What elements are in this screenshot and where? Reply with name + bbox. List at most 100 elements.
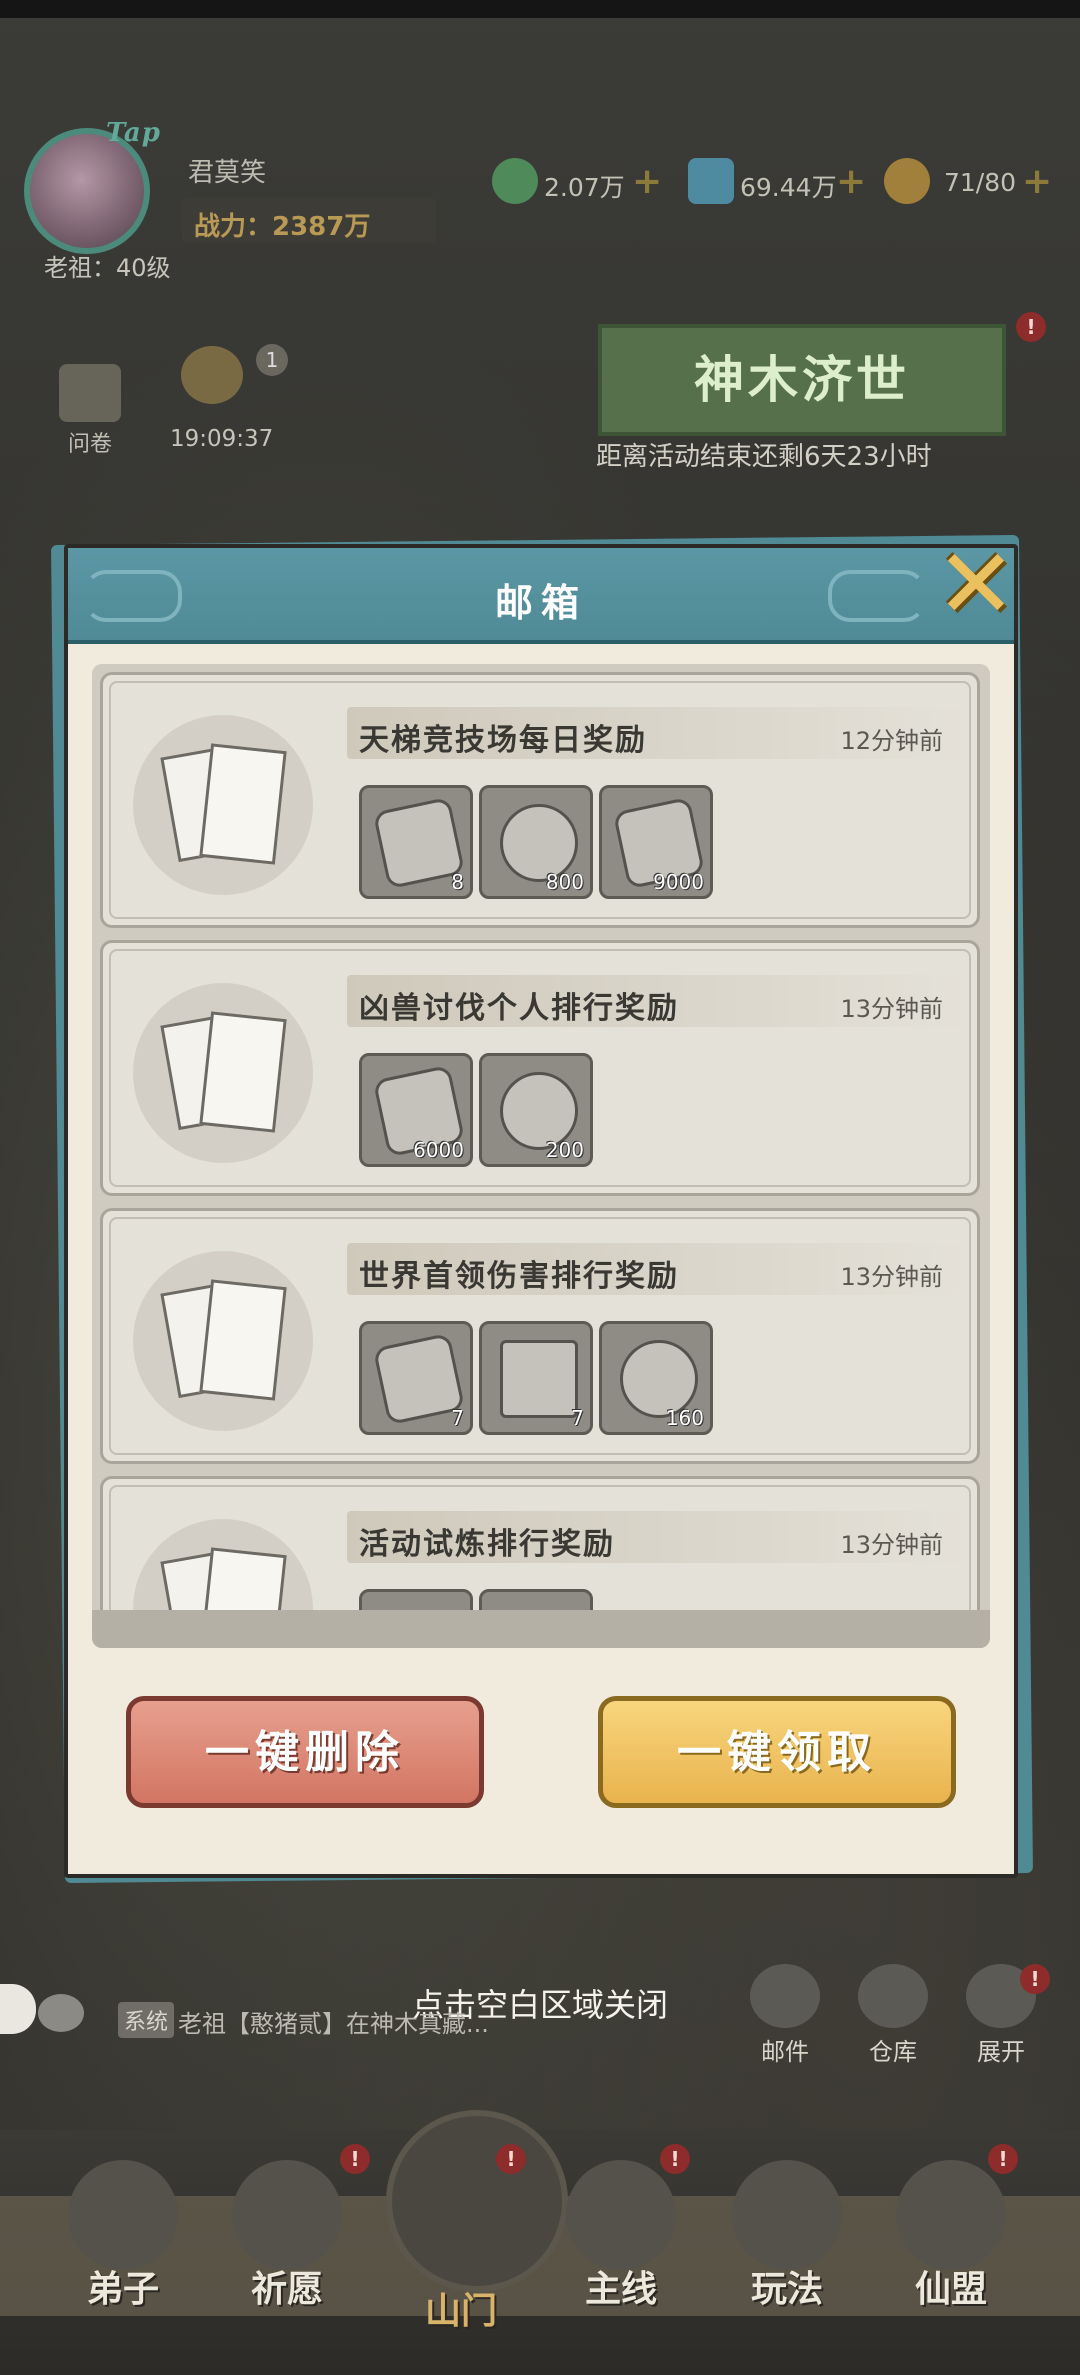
mail-time: 13分钟前 bbox=[840, 1263, 943, 1291]
add-jade-button[interactable]: + bbox=[632, 164, 662, 200]
mail-item[interactable]: 凶兽讨伐个人排行奖励 13分钟前 6000 200 bbox=[100, 940, 980, 1196]
nav-label: 山门 bbox=[424, 2290, 497, 2332]
chat-channel-tag: 系统 bbox=[118, 2002, 175, 2038]
mail-title: 天梯竞技场每日奖励 bbox=[359, 723, 647, 758]
mail-button[interactable]: 邮件 bbox=[740, 1964, 830, 2067]
status-bar bbox=[0, 0, 1080, 18]
close-icon[interactable]: ✕ bbox=[928, 536, 1024, 632]
mail-list[interactable]: 天梯竞技场每日奖励 12分钟前 8 800 9000 凶兽讨伐个人排行奖励 13… bbox=[92, 664, 990, 1648]
reward-item[interactable]: 200 bbox=[479, 1053, 593, 1167]
gameplay-icon bbox=[732, 2160, 842, 2270]
spirit-stone-icon bbox=[688, 158, 734, 204]
gift-timer: 19:09:37 bbox=[170, 426, 274, 452]
mail-list-viewport: 天梯竞技场每日奖励 12分钟前 8 800 9000 凶兽讨伐个人排行奖励 13… bbox=[92, 664, 990, 1610]
notification-dot: ! bbox=[1016, 312, 1046, 342]
gift-count-badge: 1 bbox=[256, 344, 288, 376]
player-avatar[interactable]: Tap bbox=[18, 118, 166, 258]
reward-item[interactable] bbox=[359, 1589, 473, 1610]
event-countdown: 距离活动结束还剩6天23小时 bbox=[596, 442, 932, 472]
resource-spirit-stone: 69.44万 + bbox=[688, 158, 868, 206]
warehouse-icon bbox=[858, 1964, 928, 2028]
nav-sect-gate[interactable]: 山门 bbox=[386, 2110, 568, 2334]
mail-item[interactable]: 活动试炼排行奖励 13分钟前 bbox=[100, 1476, 980, 1610]
combat-power: 战力：2387万 bbox=[194, 212, 371, 242]
reward-list bbox=[359, 1589, 593, 1610]
warehouse-label: 仓库 bbox=[869, 2038, 917, 2066]
notification-dot: ! bbox=[340, 2144, 370, 2174]
reward-count: 7 bbox=[571, 1406, 584, 1430]
delete-all-button[interactable]: 一键删除 bbox=[126, 1696, 484, 1808]
reward-item[interactable]: 160 bbox=[599, 1321, 713, 1435]
mail-item[interactable]: 世界首领伤害排行奖励 13分钟前 7 7 160 bbox=[100, 1208, 980, 1464]
event-title: 神木济世 bbox=[598, 324, 1006, 436]
reward-item[interactable]: 7 bbox=[479, 1321, 593, 1435]
mail-time: 12分钟前 bbox=[840, 727, 943, 755]
sect-gate-icon bbox=[386, 2110, 568, 2292]
survey-button[interactable]: 问卷 bbox=[50, 364, 130, 458]
jade-coin-icon bbox=[492, 158, 538, 204]
nav-disciples[interactable]: 弟子 bbox=[48, 2160, 198, 2312]
add-stamina-button[interactable]: + bbox=[1022, 164, 1052, 200]
nav-gameplay[interactable]: 玩法 bbox=[712, 2160, 862, 2312]
mail-item[interactable]: 天梯竞技场每日奖励 12分钟前 8 800 9000 bbox=[100, 672, 980, 928]
survey-label: 问卷 bbox=[67, 432, 112, 457]
expand-label: 展开 bbox=[977, 2038, 1025, 2066]
reward-item[interactable]: 7 bbox=[359, 1321, 473, 1435]
warehouse-button[interactable]: 仓库 bbox=[848, 1964, 938, 2067]
gift-bag-button[interactable] bbox=[172, 346, 252, 408]
reward-count: 200 bbox=[545, 1138, 584, 1162]
resource-value: 69.44万 bbox=[740, 173, 837, 202]
reward-count: 9000 bbox=[653, 870, 704, 894]
resource-value: 71/80 bbox=[944, 168, 1017, 197]
player-level: 老祖：40级 bbox=[44, 254, 171, 282]
letter-icon bbox=[133, 715, 313, 895]
tap-badge: Tap bbox=[106, 118, 161, 148]
disciple-icon bbox=[68, 2160, 178, 2270]
mail-time: 13分钟前 bbox=[840, 1531, 943, 1559]
nav-label: 祈愿 bbox=[250, 2268, 323, 2310]
power-row: 战力：2387万 bbox=[182, 198, 436, 242]
claim-all-button[interactable]: 一键领取 bbox=[598, 1696, 956, 1808]
gift-bag-icon bbox=[181, 346, 243, 404]
chat-icon[interactable] bbox=[38, 1994, 84, 2032]
letter-icon bbox=[133, 1251, 313, 1431]
nav-label: 玩法 bbox=[750, 2268, 823, 2310]
notification-dot: ! bbox=[496, 2144, 526, 2174]
reward-count: 6000 bbox=[413, 1138, 464, 1162]
mail-title: 世界首领伤害排行奖励 bbox=[359, 1259, 679, 1294]
mailbox-title: 邮箱 bbox=[494, 581, 587, 625]
nav-label: 主线 bbox=[584, 2268, 657, 2310]
nav-alliance[interactable]: 仙盟 bbox=[876, 2160, 1026, 2312]
notification-dot: ! bbox=[988, 2144, 1018, 2174]
reward-item[interactable]: 9000 bbox=[599, 785, 713, 899]
nav-wish[interactable]: 祈愿 bbox=[212, 2160, 362, 2312]
reward-item[interactable] bbox=[479, 1589, 593, 1610]
wish-scroll-icon bbox=[232, 2160, 342, 2270]
list-footer bbox=[92, 1610, 990, 1648]
notification-dot: ! bbox=[660, 2144, 690, 2174]
main-quest-icon bbox=[566, 2160, 676, 2270]
mailbox-header: 邮箱 bbox=[68, 548, 1014, 644]
event-banner[interactable]: 神木济世 距离活动结束还剩6天23小时 bbox=[558, 312, 1028, 484]
reward-list: 6000 200 bbox=[359, 1053, 593, 1167]
mail-time: 13分钟前 bbox=[840, 995, 943, 1023]
notification-dot: ! bbox=[1020, 1964, 1050, 1994]
reward-count: 7 bbox=[451, 1406, 464, 1430]
reward-count: 8 bbox=[451, 870, 464, 894]
add-spirit-stone-button[interactable]: + bbox=[836, 164, 866, 200]
mailbox-dialog: 邮箱 ✕ 天梯竞技场每日奖励 12分钟前 8 800 9000 凶兽讨伐个人排行… bbox=[64, 536, 1018, 1878]
reward-item[interactable]: 800 bbox=[479, 785, 593, 899]
chat-message[interactable]: 老祖【憨猪贰】在神木真藏... bbox=[178, 2004, 489, 2039]
reward-list: 7 7 160 bbox=[359, 1321, 713, 1435]
nav-label: 仙盟 bbox=[914, 2268, 987, 2310]
resource-value: 2.07万 bbox=[544, 173, 625, 202]
reward-item[interactable]: 6000 bbox=[359, 1053, 473, 1167]
reward-count: 160 bbox=[665, 1406, 704, 1430]
player-name: 君莫笑 bbox=[188, 158, 267, 188]
resource-stamina: 71/80 + bbox=[884, 158, 1064, 206]
reward-count: 800 bbox=[545, 870, 584, 894]
reward-item[interactable]: 8 bbox=[359, 785, 473, 899]
nav-main-quest[interactable]: 主线 bbox=[546, 2160, 696, 2312]
survey-scroll-icon bbox=[59, 364, 121, 422]
letter-icon bbox=[133, 983, 313, 1163]
